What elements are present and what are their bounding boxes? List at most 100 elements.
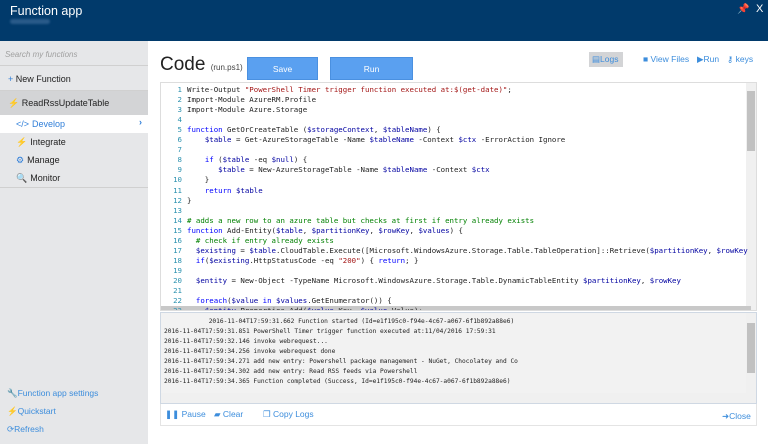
refresh-link[interactable]: ⟳Refresh [7,424,44,435]
code-line[interactable]: 18 if($existing.HttpStatusCode -eq "200"… [161,256,751,266]
code-text: } [187,175,210,185]
copy-logs-button[interactable]: ❐ Copy Logs [263,409,314,420]
code-icon: </> [16,119,30,129]
close-logs-button[interactable]: ➜Close [722,411,751,422]
line-number: 6 [177,135,182,145]
code-line[interactable]: 14 # adds a new row to an azure table but… [161,216,751,226]
code-text: return $table [204,185,263,195]
code-line[interactable]: 16 # check if entry already exists [161,236,751,246]
clear-button[interactable]: ▰ Clear [214,409,243,420]
log-toolbar: ❚❚ Pause ▰ Clear ❐ Copy Logs ➜Close [160,404,757,426]
line-number: 8 [177,155,182,165]
code-line[interactable]: 6 $table = Get-AzureStorageTable -Name $… [161,135,751,145]
integrate-label: Integrate [30,137,66,147]
pause-button[interactable]: ❚❚ Pause [165,409,206,420]
sidebar-item-integrate[interactable]: ⚡ Integrate [0,133,148,151]
line-number: 1 [177,85,182,94]
function-item[interactable]: ⚡ ReadRssUpdateTable [0,91,148,115]
line-number: 4 [177,115,182,125]
manage-label: Manage [27,155,60,165]
folder-icon: ■ [643,54,649,64]
code-text: Write-Output "PowerShell Timer trigger f… [187,85,512,94]
log-line: 2016-11-04T17:59:32.146 invoke webreques… [164,338,328,345]
code-line[interactable]: 23 $entity.Properties.Add($value.Key, $v… [161,306,751,311]
new-function-button[interactable]: + New Function [0,66,148,91]
quickstart-label: Quickstart [17,406,56,416]
code-line[interactable]: 7 [161,145,751,155]
keys-link[interactable]: ⚷ keys [727,54,753,65]
log-scrollbar[interactable] [746,313,756,393]
line-number: 3 [177,105,182,115]
log-horizontal-scrollbar[interactable] [161,393,756,403]
run-button[interactable]: Run [330,57,413,80]
code-title: Code [160,54,206,75]
line-number: 14 [173,215,182,225]
code-line[interactable]: 11 return $table [161,186,751,196]
divider [0,187,148,188]
log-line: 2016-11-04T17:59:34.302 add new entry: R… [164,368,418,375]
refresh-label: Refresh [14,424,44,434]
code-text: function GetOrCreateTable ($storageConte… [187,125,441,135]
code-line[interactable]: 4 [161,115,751,125]
run-link[interactable]: ▶Run [697,54,719,65]
run-link-label: Run [703,54,720,64]
new-function-label: New Function [15,74,71,84]
quickstart-link[interactable]: ⚡Quickstart [7,406,56,417]
code-line[interactable]: 22 foreach($value in $values.GetEnumerat… [161,296,751,306]
copy-icon: ❐ [263,409,271,419]
main-panel: Code (run.ps1) Save Run ▤Logs ■ View Fil… [148,41,768,444]
save-button[interactable]: Save [247,57,318,80]
line-number: 20 [173,275,182,285]
line-number: 18 [173,255,182,265]
code-text: $table = Get-AzureStorageTable -Name $ta… [204,135,566,145]
code-line[interactable]: 17 $existing = $table.CloudTable.Execute… [161,246,751,256]
log-line: 2016-11-04T17:59:31.851 PowerShell Timer… [164,328,496,335]
code-line[interactable]: 5 function GetOrCreateTable ($storageCont… [161,125,751,135]
code-line[interactable]: 19 [161,266,751,276]
monitor-label: Monitor [30,173,61,183]
line-number: 15 [173,225,182,235]
sidebar-item-develop[interactable]: </> Develop › [0,115,148,133]
code-text: function Add-Entity($table, $partitionKe… [187,225,463,235]
function-app-settings-link[interactable]: 🔧Function app settings [7,388,98,399]
code-line[interactable]: 12} [161,196,751,206]
settings-label: Function app settings [17,388,99,398]
line-number: 12 [173,195,182,205]
log-line: 2016-11-04T17:59:31.662 Function started… [164,318,515,325]
sidebar-item-manage[interactable]: ⚙ Manage [0,151,148,169]
view-files-label: View Files [650,54,690,64]
code-line[interactable]: 15 function Add-Entity($table, $partition… [161,226,751,236]
code-line[interactable]: 10 } [161,175,751,185]
line-number: 11 [173,185,182,195]
function-bolt-icon: ⚡ [8,98,20,108]
code-line[interactable]: 21 [161,286,751,296]
line-number: 9 [177,165,182,175]
code-editor[interactable]: 1 Write-Output "PowerShell Timer trigger … [160,82,757,311]
line-number: 2 [177,95,182,105]
code-line[interactable]: 8 if ($table -eq $null) { [161,155,751,165]
code-text: $existing = $table.CloudTable.Execute([M… [195,245,748,255]
line-number: 16 [173,235,182,245]
code-line[interactable]: 13 [161,206,751,216]
wrench-icon: 🔧 [7,388,18,398]
code-text: Import-Module AzureRM.Profile [187,95,317,105]
pause-icon: ❚❚ [165,409,180,419]
code-text: $entity.Properties.Add($value.Key, $valu… [204,306,423,311]
pin-icon[interactable]: 📌 [737,4,749,15]
code-line[interactable]: 9 $table = New-AzureStorageTable -Name $… [161,165,751,175]
view-files-link[interactable]: ■ View Files [643,54,689,64]
log-scrollbar-thumb[interactable] [747,323,755,373]
app-header: Function app 📌 X [0,0,768,41]
close-button[interactable]: X [756,3,763,15]
logs-button[interactable]: ▤Logs [589,52,623,67]
code-line[interactable]: 20 $entity = New-Object -TypeName Micros… [161,276,751,286]
sidebar-item-monitor[interactable]: 🔍 Monitor [0,169,148,187]
code-line[interactable]: 2 Import-Module AzureRM.Profile [161,95,751,105]
clear-label: Clear [222,409,244,419]
logs-icon: ▤ [592,54,601,64]
code-line[interactable]: 1 Write-Output "PowerShell Timer trigger … [161,85,751,95]
search-icon: 🔍 [16,173,28,183]
code-line[interactable]: 3 Import-Module Azure.Storage [161,105,751,115]
search-input[interactable]: Search my functions [0,41,148,66]
line-number: 5 [177,125,182,135]
